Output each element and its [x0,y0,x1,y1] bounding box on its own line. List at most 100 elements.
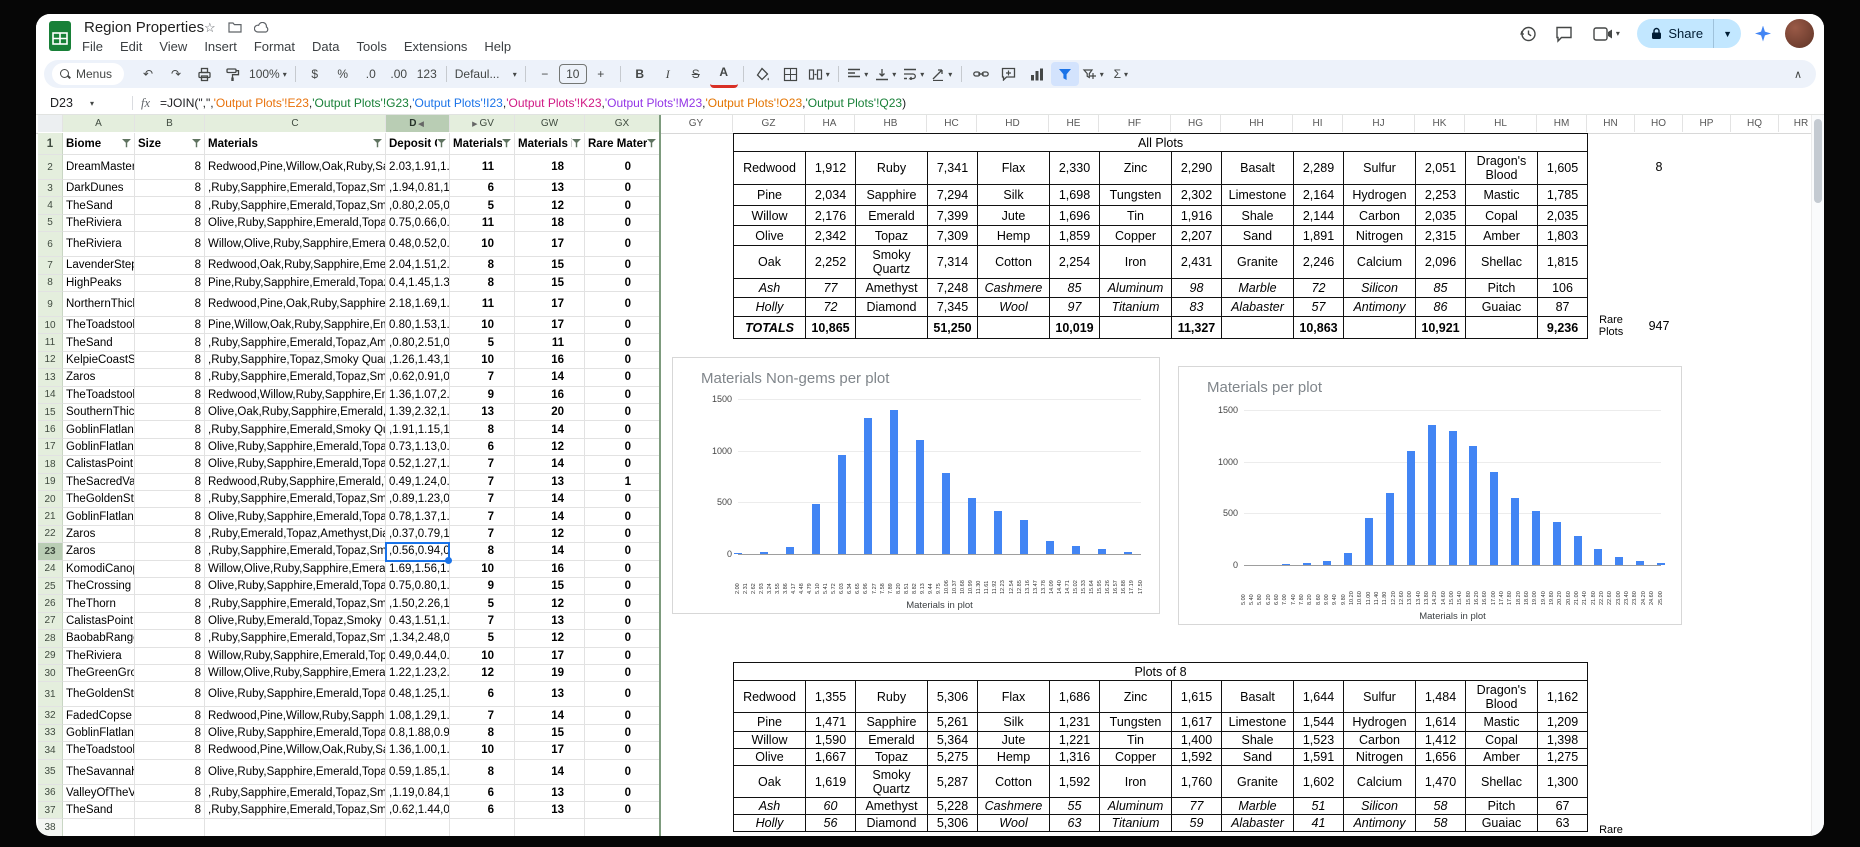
table-cell[interactable]: Marble [1222,798,1294,815]
filter-funnel-icon[interactable] [373,139,382,148]
table-cell[interactable]: 7,248 [928,279,978,298]
cell[interactable]: 0 [585,802,660,819]
font-size-input[interactable]: 10 [559,64,587,84]
table-cell[interactable]: 2,051 [1416,152,1466,185]
cell[interactable]: Pine,Ruby,Sapphire,Emerald,Topaz,Smoky [205,275,386,292]
cell[interactable]: 12 [515,439,585,456]
cell[interactable]: 0 [585,387,660,404]
table-cell[interactable] [1100,317,1172,339]
functions-button[interactable]: Σ▾ [1107,62,1135,86]
row-header-24[interactable]: 24 [38,561,63,578]
table-cell[interactable]: 2,035 [1538,206,1588,226]
cell[interactable]: Olive,Ruby,Sapphire,Emerald,Topaz,Smok [205,456,386,473]
vertical-align-button[interactable]: ▾ [872,62,900,86]
cell[interactable]: 2.04,1.51,2.10 [386,257,450,274]
table-cell[interactable]: Cotton [978,246,1050,279]
cell[interactable]: TheGreenGrove [63,665,135,682]
table-cell[interactable]: 98 [1172,279,1222,298]
table-cell[interactable]: 5,306 [928,681,978,713]
paint-format-button[interactable] [218,62,246,86]
table-cell[interactable]: Iron [1100,246,1172,279]
table-cell[interactable]: Carbon [1344,206,1416,226]
table-cell[interactable]: Amethyst [856,798,928,815]
cell[interactable]: 0.49,0.44,0.74 [386,648,450,665]
cell[interactable]: 15 [515,257,585,274]
cell[interactable]: 13 [515,682,585,707]
cell[interactable]: 1.08,1.29,1.26 [386,707,450,724]
table-cell[interactable]: Emerald [856,732,928,749]
cell[interactable]: Zaros [63,543,135,560]
cell[interactable]: ,Ruby,Sapphire,Emerald,Topaz,Smoky Qu [205,491,386,508]
cell[interactable]: Willow,Olive,Ruby,Sapphire,Emerald,Topa [205,561,386,578]
cell[interactable]: 18 [515,155,585,180]
table-cell[interactable]: Antimony [1344,815,1416,832]
insert-chart-button[interactable] [1023,62,1051,86]
cell[interactable]: 8 [135,742,205,759]
cell[interactable]: 13 [515,785,585,802]
table-cell[interactable] [1222,317,1294,339]
cell[interactable]: 0.48,0.52,0.62 [386,232,450,257]
row-header-4[interactable]: 4 [38,197,63,214]
table-cell[interactable]: 7,309 [928,226,978,246]
table-cell[interactable]: Alabaster [1222,298,1294,317]
cell[interactable] [63,819,135,836]
cell[interactable]: 16 [515,561,585,578]
hide-toolbar-button[interactable]: ∧ [1794,60,1802,88]
cell[interactable]: TheSand [63,334,135,351]
table-cell[interactable]: 5,275 [928,749,978,766]
cell[interactable]: 13 [515,180,585,197]
cell[interactable]: TheSand [63,802,135,819]
table-cell[interactable]: Wool [978,815,1050,832]
fill-handle[interactable] [445,557,452,564]
table-cell[interactable]: Copal [1466,206,1538,226]
cell[interactable]: ,1.26,1.43,1.7 [386,352,450,369]
column-header-HA[interactable]: HA [805,115,855,132]
table-cell[interactable]: 7,341 [928,152,978,185]
cell[interactable]: 12 [515,595,585,612]
table-cell[interactable]: 5,306 [928,815,978,832]
cell[interactable]: ,Ruby,Sapphire,Emerald,Topaz,Smoky Qu [205,630,386,647]
table-cell[interactable]: Shale [1222,732,1294,749]
column-header-HF[interactable]: HF [1099,115,1171,132]
column-header-D[interactable]: D ◀ [386,115,450,132]
column-header-HE[interactable]: HE [1049,115,1099,132]
table-cell[interactable]: Cashmere [978,798,1050,815]
table-cell[interactable]: 1,523 [1294,732,1344,749]
cell[interactable]: 8 [135,785,205,802]
menu-data[interactable]: Data [312,39,339,54]
table-cell[interactable]: 5,261 [928,713,978,732]
column-header-GX[interactable]: GX [585,115,660,132]
cell[interactable]: KomodiCanopy [63,561,135,578]
table-cell[interactable]: Amethyst [856,279,928,298]
cell[interactable]: 6 [450,785,515,802]
increase-font-size-button[interactable]: + [587,62,615,86]
print-button[interactable] [190,62,218,86]
table-cell[interactable]: Tungsten [1100,185,1172,206]
header-cell-materials[interactable]: Materials [205,133,386,155]
menu-format[interactable]: Format [254,39,295,54]
table-cell[interactable]: Holly [734,815,806,832]
table-cell[interactable]: Calcium [1344,246,1416,279]
cell[interactable]: 0 [585,352,660,369]
cell[interactable]: 0 [585,648,660,665]
table-cell[interactable]: 1,592 [1172,749,1222,766]
row-header-6[interactable]: 6 [38,232,63,257]
menu-help[interactable]: Help [484,39,511,54]
table-cell[interactable]: 2,207 [1172,226,1222,246]
cell[interactable]: 0.78,1.37,1.06 [386,508,450,525]
share-button[interactable]: Share ▼ [1637,19,1741,48]
cell[interactable]: 0 [585,317,660,334]
table-cell[interactable]: Calcium [1344,766,1416,798]
filter-views-button[interactable]: ▾ [1079,62,1107,86]
cell[interactable]: 8 [135,232,205,257]
table-cell[interactable]: 1,667 [806,749,856,766]
cell[interactable]: 8 [135,197,205,214]
cell[interactable]: ,0.80,2.05,0.5 [386,197,450,214]
gemini-sparkle-icon[interactable] [1755,26,1771,42]
rare-plots-value-cell[interactable]: 947 [1635,314,1683,340]
cell[interactable]: 12 [515,526,585,543]
table-cell[interactable]: 2,289 [1294,152,1344,185]
table-cell[interactable]: 51 [1294,798,1344,815]
cell[interactable]: 8 [450,543,515,560]
cell[interactable]: 7 [450,456,515,473]
